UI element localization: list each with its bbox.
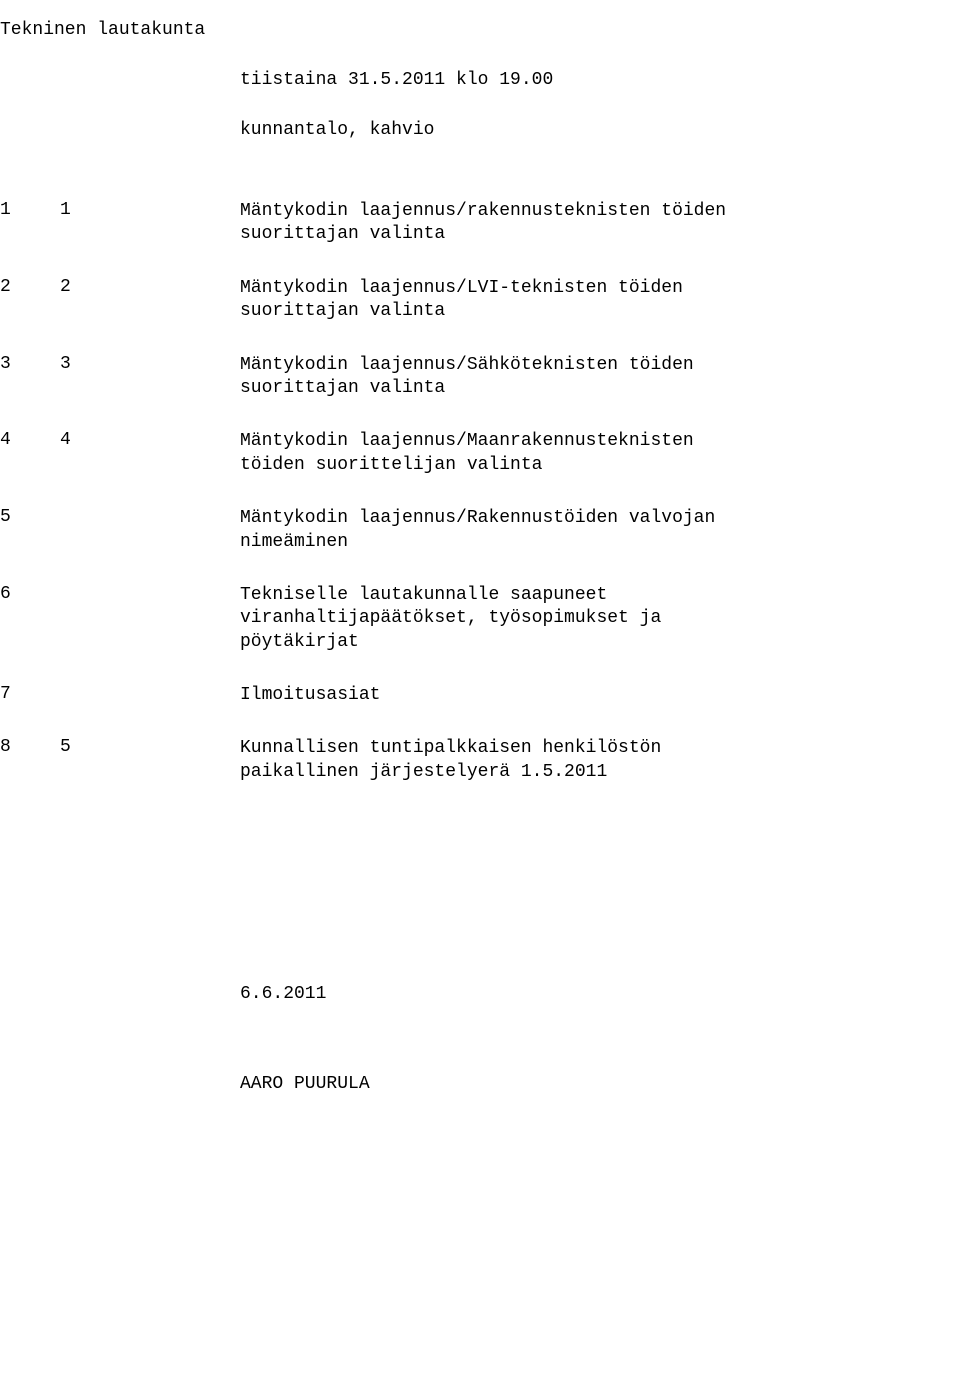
agenda-number-2: 4 [60, 430, 240, 450]
agenda-number-1: 5 [0, 507, 60, 527]
agenda-number-1: 3 [0, 354, 60, 374]
agenda-row: 5 Mäntykodin laajennus/Rakennustöiden va… [0, 507, 920, 554]
agenda-row: 8 5 Kunnallisen tuntipalkkaisen henkilös… [0, 737, 920, 784]
agenda-number-1: 4 [0, 430, 60, 450]
agenda-text: Tekniselle lautakunnalle saapuneet viran… [240, 584, 760, 654]
footer-date: 6.6.2011 [240, 984, 920, 1004]
agenda-number-2: 2 [60, 277, 240, 297]
agenda-row: 1 1 Mäntykodin laajennus/rakennusteknist… [0, 200, 920, 247]
agenda-number-2: 3 [60, 354, 240, 374]
agenda-text: Mäntykodin laajennus/Rakennustöiden valv… [240, 507, 760, 554]
agenda-text: Mäntykodin laajennus/Maanrakennusteknist… [240, 430, 760, 477]
agenda-number-1: 2 [0, 277, 60, 297]
agenda-row: 3 3 Mäntykodin laajennus/Sähköteknisten … [0, 354, 920, 401]
agenda-number-1: 6 [0, 584, 60, 604]
agenda-number-1: 8 [0, 737, 60, 757]
agenda-row: 2 2 Mäntykodin laajennus/LVI-teknisten t… [0, 277, 920, 324]
agenda-row: 4 4 Mäntykodin laajennus/Maanrakennustek… [0, 430, 920, 477]
agenda-text: Kunnallisen tuntipalkkaisen henkilöstön … [240, 737, 760, 784]
author-name: AARO PUURULA [240, 1074, 920, 1094]
agenda-text: Mäntykodin laajennus/LVI-teknisten töide… [240, 277, 760, 324]
agenda-number-2: 1 [60, 200, 240, 220]
agenda-number-1: 1 [0, 200, 60, 220]
agenda-number-1: 7 [0, 684, 60, 704]
meeting-datetime: tiistaina 31.5.2011 klo 19.00 [240, 70, 920, 90]
agenda-list: 1 1 Mäntykodin laajennus/rakennusteknist… [0, 200, 920, 784]
agenda-row: 6 Tekniselle lautakunnalle saapuneet vir… [0, 584, 920, 654]
meeting-location: kunnantalo, kahvio [240, 120, 920, 140]
agenda-row: 7 Ilmoitusasiat [0, 684, 920, 707]
agenda-number-2: 5 [60, 737, 240, 757]
agenda-text: Ilmoitusasiat [240, 684, 760, 707]
agenda-text: Mäntykodin laajennus/Sähköteknisten töid… [240, 354, 760, 401]
agenda-text: Mäntykodin laajennus/rakennusteknisten t… [240, 200, 760, 247]
page-title: Tekninen lautakunta [0, 20, 920, 40]
